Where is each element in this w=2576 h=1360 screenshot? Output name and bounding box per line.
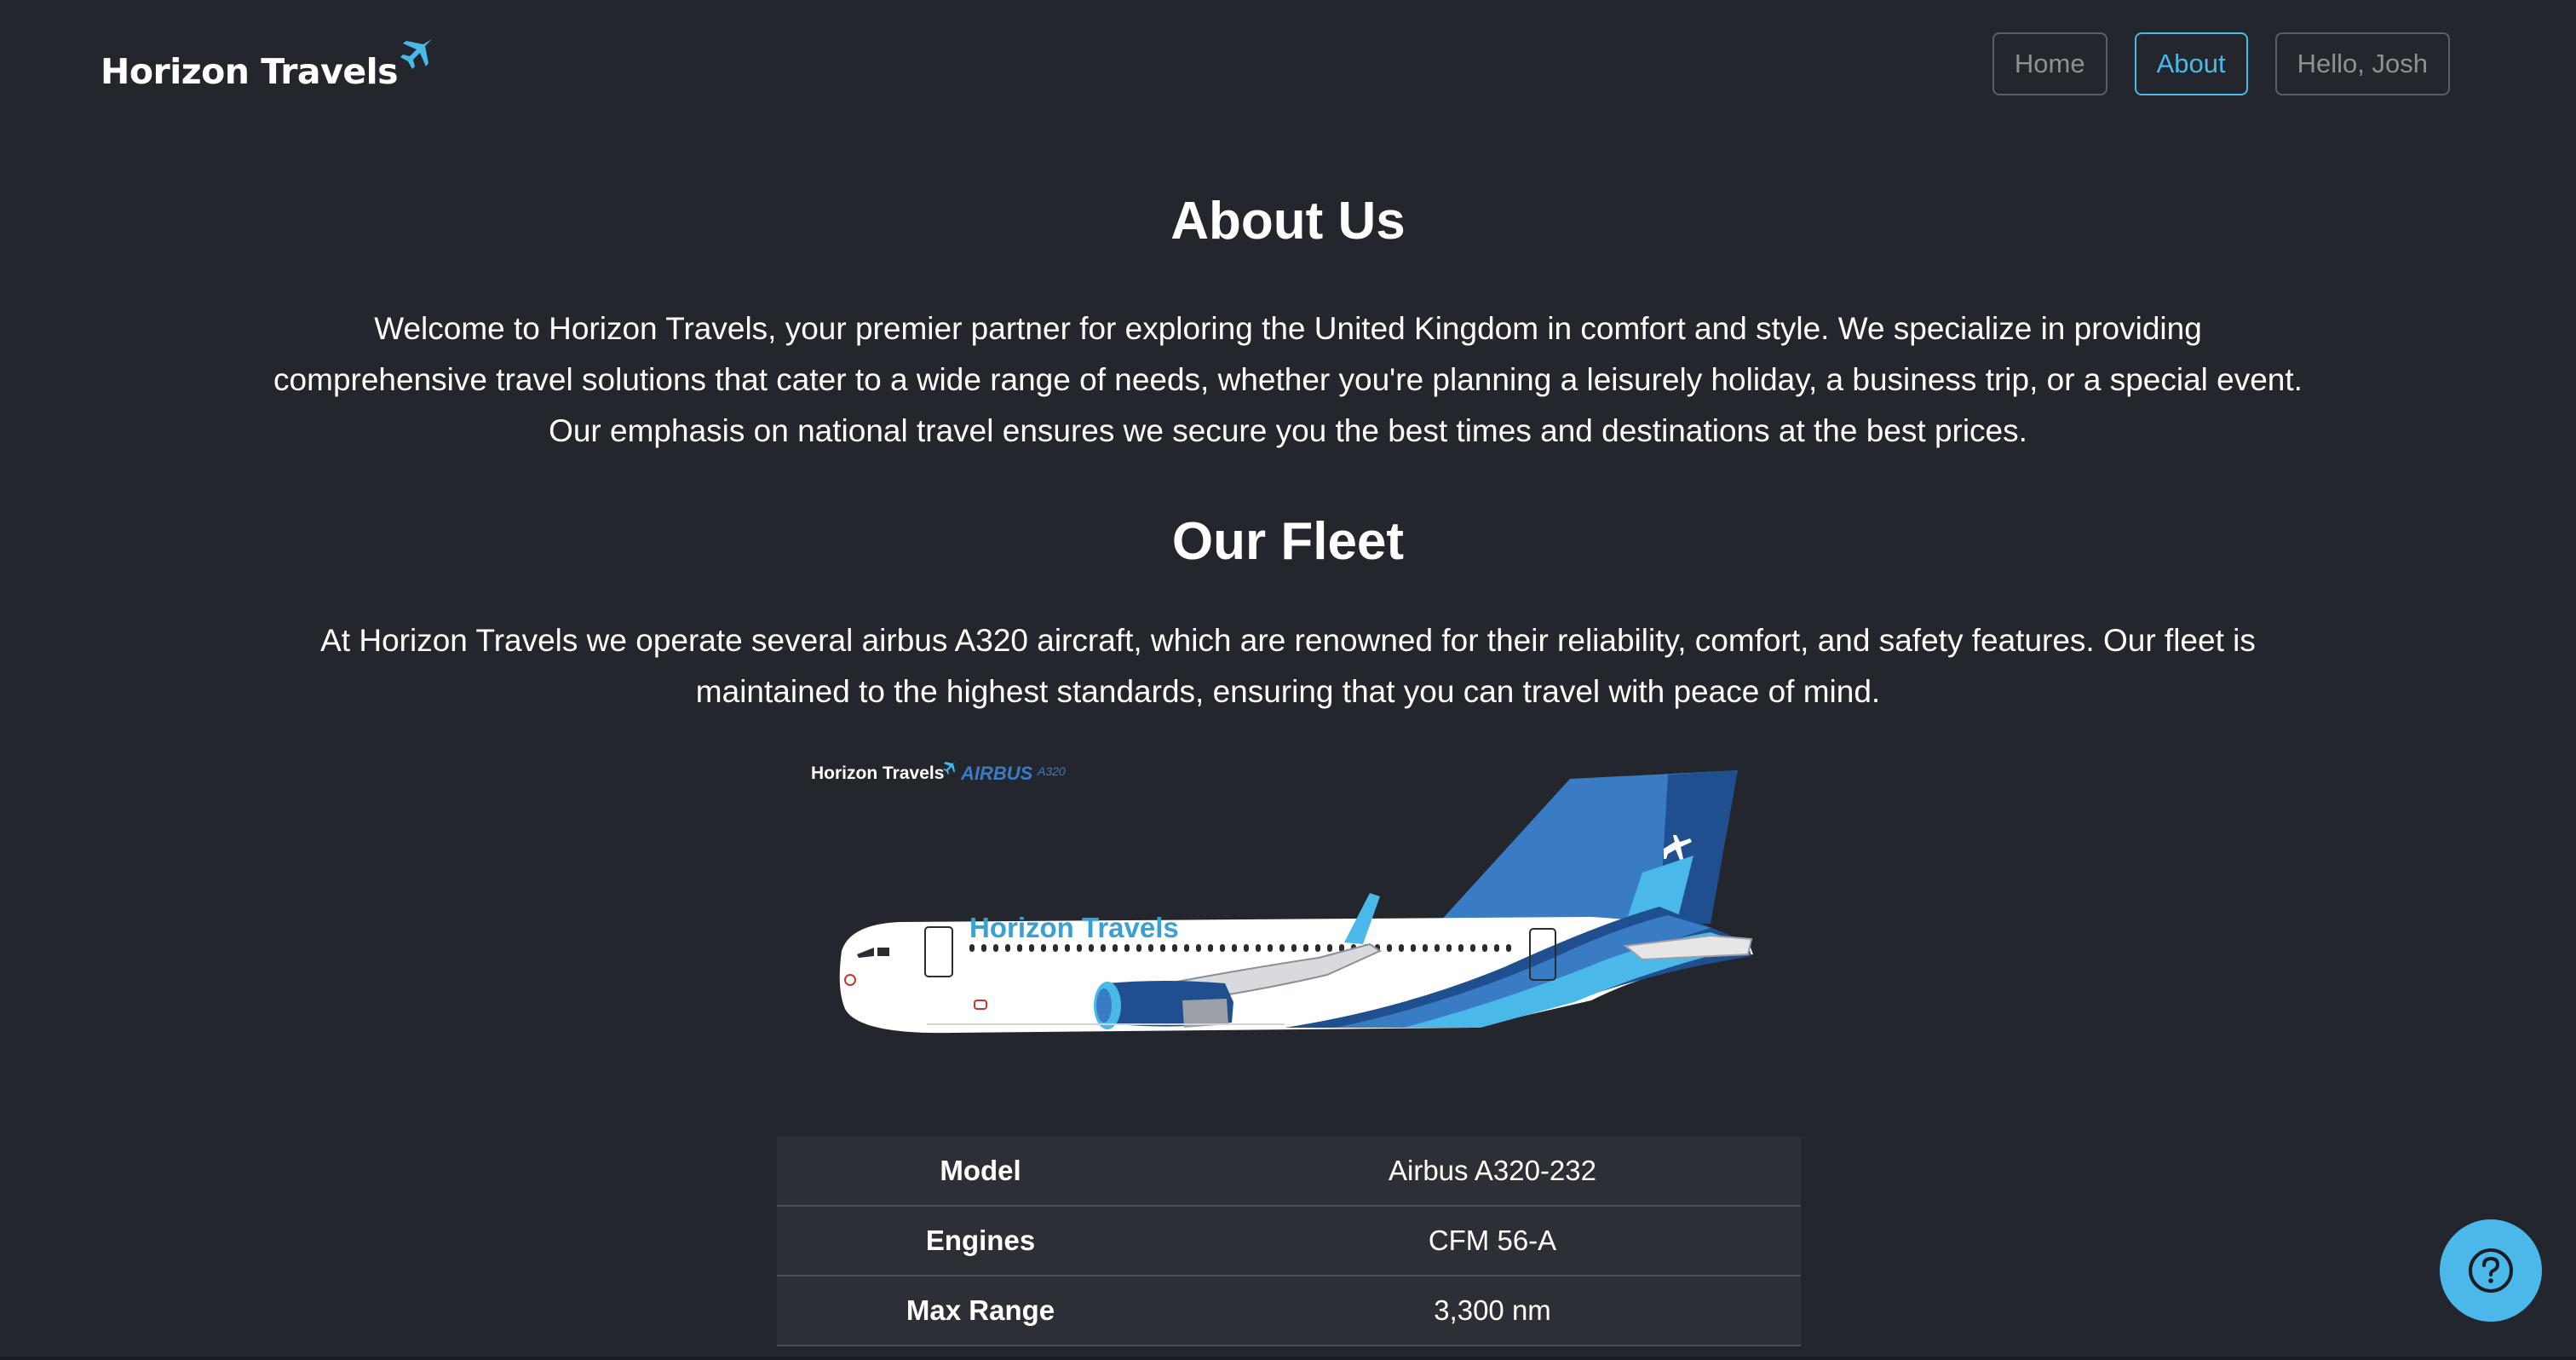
nav-user-button[interactable]: Hello, Josh bbox=[2274, 32, 2450, 95]
question-circle-icon bbox=[2469, 1248, 2513, 1293]
page: Horizon Travels Home About Hello, Josh A… bbox=[0, 0, 2576, 1360]
main-nav: Home About Hello, Josh bbox=[1992, 32, 2450, 95]
spec-key: Engines bbox=[925, 1225, 1036, 1256]
table-row: Engines CFM 56-A bbox=[777, 1207, 1801, 1276]
fleet-title: Our Fleet bbox=[1171, 512, 1405, 571]
table-row: Model Airbus A320-232 bbox=[777, 1137, 1801, 1207]
logo-text: Horizon Travels bbox=[101, 51, 399, 92]
nav-about-button[interactable]: About bbox=[2134, 32, 2248, 95]
livery-text: Horizon Travels bbox=[969, 912, 1179, 943]
image-caption-model: A320 bbox=[1037, 764, 1066, 778]
specs-table: Model Airbus A320-232 Engines CFM 56-A M… bbox=[777, 1137, 1801, 1346]
spec-value: Airbus A320-232 bbox=[1388, 1155, 1596, 1186]
about-title: About Us bbox=[1170, 192, 1406, 251]
nav-home-button[interactable]: Home bbox=[1992, 32, 2107, 95]
aircraft-illustration: Horizon Travels AIRBUS A320 Horizon Trav… bbox=[811, 760, 1753, 1034]
aircraft-image: Horizon Travels AIRBUS A320 Horizon Trav… bbox=[808, 753, 1770, 1060]
about-paragraph: Welcome to Horizon Travels, your premier… bbox=[273, 311, 2303, 448]
image-caption-brand: Horizon Travels bbox=[811, 764, 944, 783]
fleet-paragraph: At Horizon Travels we operate several ai… bbox=[320, 623, 2256, 709]
logo[interactable]: Horizon Travels bbox=[101, 37, 435, 92]
header: Horizon Travels Home About Hello, Josh bbox=[0, 0, 2576, 136]
spec-value: 3,300 nm bbox=[1434, 1294, 1551, 1326]
spec-value: CFM 56-A bbox=[1428, 1225, 1557, 1256]
spec-key: Max Range bbox=[906, 1294, 1055, 1326]
spec-key: Model bbox=[940, 1155, 1021, 1186]
bottom-edge bbox=[0, 1357, 2576, 1360]
table-row: Max Range 3,300 nm bbox=[777, 1276, 1801, 1346]
help-button[interactable] bbox=[2440, 1219, 2542, 1322]
caption-plane-icon bbox=[943, 760, 957, 775]
image-caption-maker: AIRBUS bbox=[960, 763, 1033, 784]
airplane-icon bbox=[400, 39, 433, 69]
